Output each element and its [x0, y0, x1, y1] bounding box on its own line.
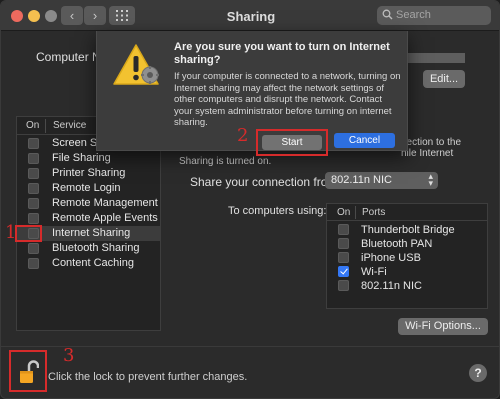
header-separator — [355, 206, 356, 219]
port-row-bluetooth-pan[interactable]: Bluetooth PAN — [327, 237, 487, 251]
back-button[interactable]: ‹ — [61, 6, 83, 25]
sharing-window: ‹ › Sharing Search Computer Na Edit... O… — [0, 0, 500, 399]
content-caching-checkbox[interactable] — [28, 258, 39, 269]
cancel-button[interactable]: Cancel — [334, 133, 395, 148]
window-title: Sharing — [226, 9, 276, 24]
internet-sharing-checkbox-highlight — [15, 225, 42, 242]
header-on: On — [26, 120, 40, 131]
service-row-printer-sharing[interactable]: Printer Sharing — [17, 166, 160, 181]
ports-list-header: On Ports — [327, 204, 487, 221]
footer-divider — [1, 346, 499, 347]
header-service: Service — [53, 120, 87, 131]
file-sharing-checkbox[interactable] — [28, 153, 39, 164]
port-label: 802.11n NIC — [361, 280, 422, 292]
service-label: Remote Apple Events — [52, 212, 158, 224]
lock-text: Click the lock to prevent further change… — [48, 371, 248, 383]
search-field[interactable]: Search — [377, 6, 491, 25]
printer-sharing-checkbox[interactable] — [28, 168, 39, 179]
port-label: iPhone USB — [361, 252, 421, 264]
port-label: Bluetooth PAN — [361, 238, 433, 250]
screen-sharing-checkbox[interactable] — [28, 138, 39, 149]
minimize-window-button[interactable] — [28, 10, 40, 22]
share-from-select[interactable]: 802.11n NIC ▴ ▾ — [325, 172, 438, 189]
port-row-thunderbolt-bridge[interactable]: Thunderbolt Bridge — [327, 223, 487, 237]
dialog-title: Are you sure you want to turn on Interne… — [174, 41, 390, 66]
dialog-message: If your computer is connected to a netwo… — [174, 71, 401, 128]
iphone-usb-checkbox[interactable] — [338, 252, 349, 263]
thunderbolt-bridge-checkbox[interactable] — [338, 224, 349, 235]
bluetooth-pan-checkbox[interactable] — [338, 238, 349, 249]
description-line-2: hile Internet — [401, 148, 454, 159]
share-from-value: 802.11n NIC — [331, 174, 392, 186]
service-row-file-sharing[interactable]: File Sharing — [17, 151, 160, 166]
service-row-content-caching[interactable]: Content Caching — [17, 256, 160, 271]
start-highlight: Start — [256, 129, 328, 156]
close-window-button[interactable] — [11, 10, 23, 22]
service-row-remote-management[interactable]: Remote Management — [17, 196, 160, 211]
share-from-label: Share your connection from: — [190, 175, 341, 189]
service-label: Printer Sharing — [52, 167, 126, 179]
zoom-window-button[interactable] — [45, 10, 57, 22]
title-bar: ‹ › Sharing Search — [1, 1, 499, 31]
search-placeholder: Search — [396, 9, 431, 21]
remote-apple-events-checkbox[interactable] — [28, 213, 39, 224]
grid-icon — [116, 10, 128, 21]
updown-chevron-icon: ▴ ▾ — [428, 171, 433, 188]
service-row-remote-apple-events[interactable]: Remote Apple Events — [17, 211, 160, 226]
service-label: File Sharing — [52, 152, 111, 164]
header-ports: Ports — [362, 207, 386, 218]
computer-name-field[interactable] — [405, 53, 465, 63]
service-row-bluetooth-sharing[interactable]: Bluetooth Sharing — [17, 241, 160, 256]
start-button[interactable]: Start — [262, 135, 322, 150]
step-1-annotation: 1 — [5, 222, 17, 243]
port-row-802-11n-nic[interactable]: 802.11n NIC — [327, 279, 487, 293]
port-label: Wi-Fi — [361, 266, 387, 278]
remote-management-checkbox[interactable] — [28, 198, 39, 209]
help-button[interactable]: ? — [469, 364, 487, 382]
nic-checkbox[interactable] — [338, 280, 349, 291]
edit-button[interactable]: Edit... — [423, 70, 465, 88]
show-all-button[interactable] — [109, 6, 135, 25]
unlocked-lock-icon[interactable] — [19, 360, 39, 385]
port-row-wifi[interactable]: Wi-Fi — [327, 265, 487, 279]
wifi-options-button[interactable]: Wi-Fi Options... — [398, 318, 488, 335]
bluetooth-sharing-checkbox[interactable] — [28, 243, 39, 254]
service-label: Remote Login — [52, 182, 121, 194]
header-separator — [45, 119, 46, 133]
wifi-checkbox[interactable] — [338, 266, 349, 277]
step-2-annotation: 2 — [237, 125, 249, 146]
service-label: Bluetooth Sharing — [52, 242, 140, 254]
port-row-iphone-usb[interactable]: iPhone USB — [327, 251, 487, 265]
service-label: Content Caching — [52, 257, 134, 269]
ports-list: On Ports Thunderbolt Bridge Bluetooth PA… — [326, 203, 488, 309]
forward-button[interactable]: › — [84, 6, 106, 25]
port-label: Thunderbolt Bridge — [361, 224, 455, 236]
warning-icon — [113, 44, 159, 85]
confirm-internet-sharing-dialog: Are you sure you want to turn on Interne… — [96, 31, 408, 156]
description-line-3: Sharing is turned on. — [179, 156, 272, 167]
lock-highlight — [9, 350, 47, 392]
search-icon — [382, 9, 393, 20]
to-computers-label: To computers using: — [228, 205, 327, 217]
step-3-annotation: 3 — [63, 345, 75, 366]
header-on: On — [337, 207, 351, 218]
service-label: Internet Sharing — [52, 227, 131, 239]
remote-login-checkbox[interactable] — [28, 183, 39, 194]
service-label: Remote Management — [52, 197, 158, 209]
service-row-remote-login[interactable]: Remote Login — [17, 181, 160, 196]
description-line-1: nection to the — [401, 137, 462, 148]
